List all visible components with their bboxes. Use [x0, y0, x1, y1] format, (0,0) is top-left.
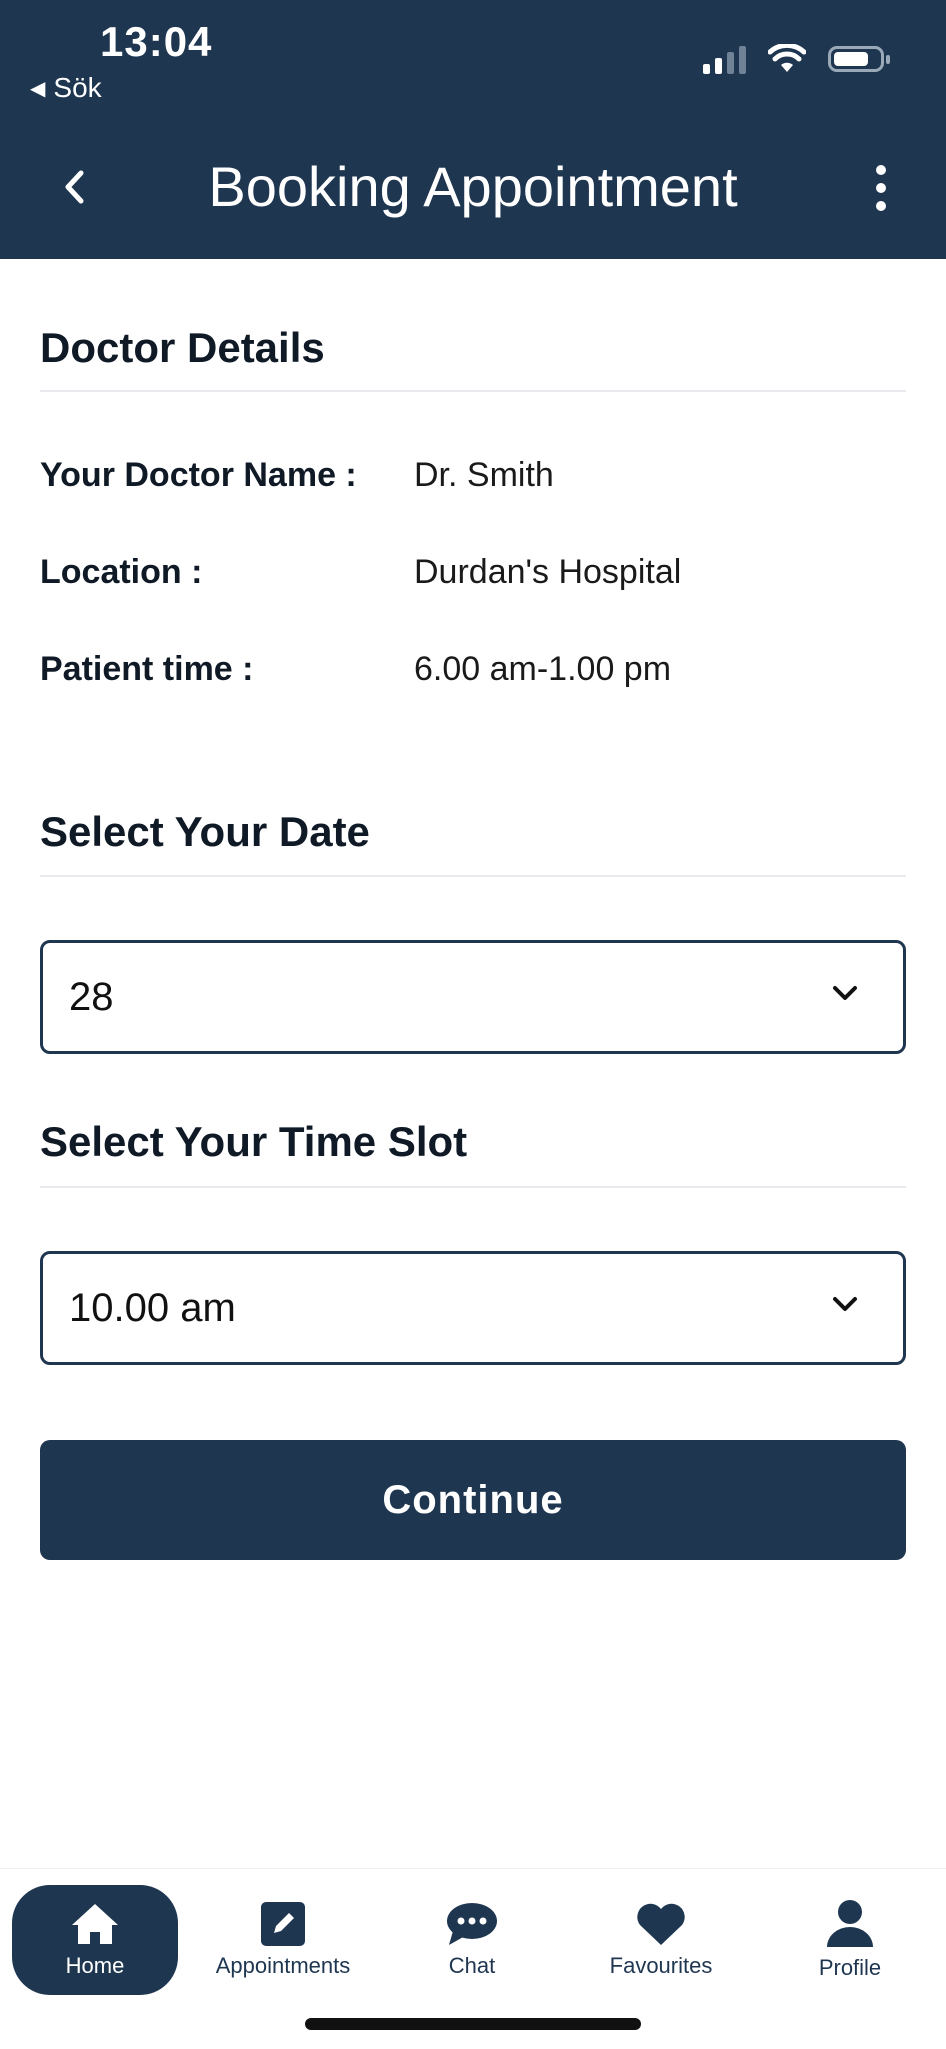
tab-profile[interactable]: Profile	[767, 1885, 933, 1995]
app-header: 13:04 ◀ Sök Booking Appointment	[0, 0, 946, 259]
tab-appointments[interactable]: Appointments	[200, 1885, 366, 1995]
patient-time-value: 6.00 am-1.00 pm	[414, 650, 672, 688]
doctor-details-title: Doctor Details	[40, 324, 325, 371]
date-select[interactable]: 28	[40, 940, 906, 1054]
divider	[40, 875, 906, 877]
continue-button[interactable]: Continue	[40, 1440, 906, 1560]
location-label: Location :	[40, 553, 203, 591]
battery-icon	[828, 46, 890, 72]
back-app-label: Sök	[53, 72, 102, 103]
location-value: Durdan's Hospital	[414, 553, 682, 591]
tab-label: Chat	[448, 1953, 496, 1978]
select-date-title: Select Your Date	[40, 808, 370, 855]
cellular-signal-icon	[703, 44, 746, 74]
select-time-slot-title: Select Your Time Slot	[40, 1118, 468, 1165]
doctor-name-label: Your Doctor Name :	[40, 456, 357, 494]
chevron-down-icon	[833, 986, 857, 1000]
time-slot-select-value: 10.00 am	[69, 1285, 236, 1330]
page-title: Booking Appointment	[208, 155, 738, 218]
edit-icon	[261, 1902, 305, 1946]
tab-label: Favourites	[609, 1953, 713, 1978]
more-vertical-icon	[876, 165, 886, 175]
wifi-icon	[768, 44, 806, 72]
profile-icon	[827, 1900, 873, 1947]
patient-time-label: Patient time :	[40, 650, 254, 688]
divider	[40, 390, 906, 392]
tab-chat[interactable]: Chat	[389, 1885, 555, 1995]
tab-home[interactable]: Home	[12, 1885, 178, 1995]
doctor-name-value: Dr. Smith	[414, 456, 554, 494]
heart-icon	[637, 1903, 685, 1945]
home-icon	[72, 1904, 118, 1944]
chat-icon	[447, 1903, 497, 1945]
time-slot-select[interactable]: 10.00 am	[40, 1251, 906, 1365]
back-triangle-icon: ◀	[30, 77, 46, 100]
status-icons	[703, 44, 890, 74]
more-options-button[interactable]	[856, 158, 906, 218]
home-indicator	[305, 2018, 641, 2030]
divider	[40, 1186, 906, 1188]
chevron-down-icon	[833, 1297, 857, 1311]
tab-label: Home	[65, 1953, 125, 1978]
back-to-app-link[interactable]: ◀ Sök	[30, 72, 102, 104]
tab-label: Profile	[818, 1955, 882, 1980]
tab-label: Appointments	[215, 1953, 351, 1978]
date-select-value: 28	[69, 974, 114, 1019]
tab-favourites[interactable]: Favourites	[578, 1885, 744, 1995]
status-time: 13:04	[100, 18, 213, 65]
